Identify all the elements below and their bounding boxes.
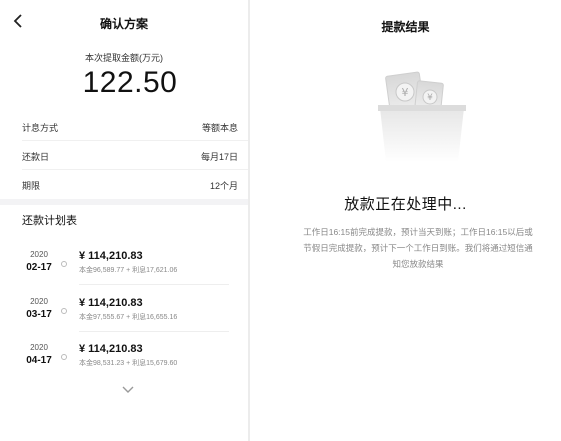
result-panel: 提款结果 ¥ ¥ 放款正在处理中... 工作日16:15前完成提款，预计当天到账… [250,0,561,441]
schedule-year: 2020 [30,343,48,352]
info-row-key: 期限 [22,181,41,191]
schedule-detail: 本金98,531.23 + 利息15,679.60 [79,360,178,367]
schedule-year: 2020 [30,250,48,259]
item-divider [79,331,229,332]
status-text: 放款正在处理中... [344,196,467,213]
confirm-plan-panel: 确认方案 本次提取金额(万元) 122.50 计息方式 等额本息 还款日 每月1… [0,0,248,441]
amount-value: 122.50 [82,66,178,99]
schedule-date: 02-17 [26,262,52,273]
chevron-down-icon[interactable] [121,385,135,395]
schedule-amount: ¥ 114,210.83 [79,250,143,262]
schedule-amount: ¥ 114,210.83 [79,343,143,355]
schedule-detail: 本金96,589.77 + 利息17,621.06 [79,267,178,274]
info-row-key: 还款日 [22,152,50,162]
timeline-dot-icon [61,261,67,267]
svg-text:¥: ¥ [402,86,409,99]
info-row-value: 等额本息 [201,123,238,133]
row-divider [22,169,248,170]
item-divider [79,284,229,285]
timeline-dot-icon [61,354,67,360]
svg-text:¥: ¥ [427,93,433,103]
money-box-icon: ¥ ¥ [378,71,466,162]
info-row-interest-method: 计息方式 等额本息 [22,117,238,137]
result-title: 提款结果 [381,20,430,34]
schedule-year: 2020 [30,297,48,306]
schedule-date: 03-17 [26,309,52,320]
section-band [0,199,248,205]
schedule-title: 还款计划表 [22,215,77,227]
page-title: 确认方案 [99,17,148,31]
info-row-term: 期限 12个月 [22,175,238,195]
info-row-value: 每月17日 [200,152,238,162]
info-row-repay-day: 还款日 每月17日 [22,146,238,166]
timeline-dot-icon [61,308,67,314]
schedule-detail: 本金97,555.67 + 利息16,655.16 [79,314,178,321]
status-info: 工作日16:15前完成提款，预计当天到账；工作日16:15以后或节假日完成提款，… [303,227,533,269]
amount-label: 本次提取金额(万元) [85,53,163,63]
info-row-value: 12个月 [209,181,238,191]
schedule-date: 04-17 [26,355,52,366]
info-row-key: 计息方式 [22,123,59,133]
schedule-amount: ¥ 114,210.83 [79,297,143,309]
row-divider [22,140,248,141]
